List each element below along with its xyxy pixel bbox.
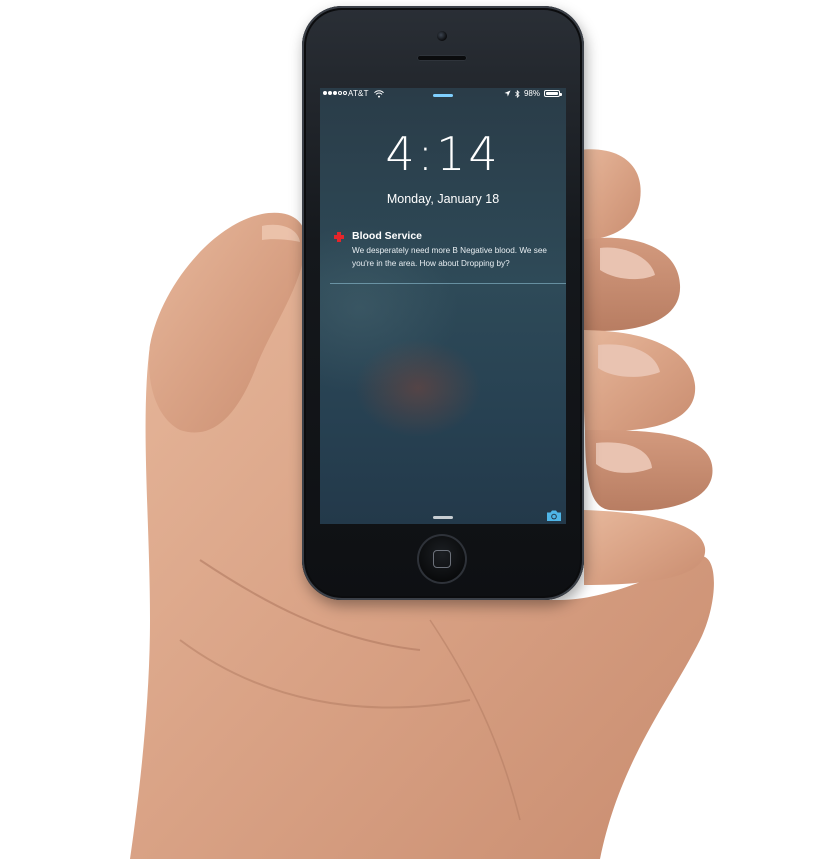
- wifi-icon: [374, 90, 384, 98]
- phone-device: AT&T 98% 4:14 Monday, January 18 Blood S…: [302, 6, 584, 600]
- notification-app-name: Blood Service: [352, 230, 423, 242]
- control-center-handle[interactable]: [433, 516, 453, 519]
- red-cross-icon: [334, 232, 344, 242]
- signal-dot: [343, 91, 347, 95]
- lock-screen-time: 4:14: [385, 127, 501, 181]
- notification-message: We desperately need more B Negative bloo…: [352, 246, 547, 268]
- notification-center-handle[interactable]: [433, 94, 453, 97]
- notification-divider: [330, 283, 566, 284]
- signal-dot: [328, 91, 332, 95]
- battery-fill: [546, 92, 558, 95]
- signal-dot: [338, 91, 342, 95]
- notification-card[interactable]: Blood Service We desperately need more B…: [330, 228, 566, 286]
- lock-screen-date: Monday, January 18: [386, 192, 500, 206]
- location-arrow-icon: [504, 90, 511, 97]
- status-bar: AT&T 98%: [320, 88, 566, 102]
- earpiece-speaker: [417, 55, 467, 61]
- signal-dot: [333, 91, 337, 95]
- signal-strength-icon: [323, 91, 347, 95]
- bluetooth-icon: [515, 89, 520, 98]
- lock-screen[interactable]: AT&T 98% 4:14 Monday, January 18 Blood S…: [320, 88, 566, 524]
- status-right-group: 98%: [504, 89, 562, 98]
- carrier-name: AT&T: [348, 89, 369, 98]
- battery-tip: [560, 92, 562, 96]
- signal-dot: [323, 91, 327, 95]
- home-square-icon: [433, 550, 451, 568]
- battery-icon: [544, 90, 562, 97]
- front-camera-icon: [437, 31, 447, 41]
- camera-icon[interactable]: [546, 509, 562, 522]
- scene: AT&T 98% 4:14 Monday, January 18 Blood S…: [0, 0, 840, 859]
- battery-percent: 98%: [523, 89, 540, 98]
- home-button[interactable]: [417, 534, 467, 584]
